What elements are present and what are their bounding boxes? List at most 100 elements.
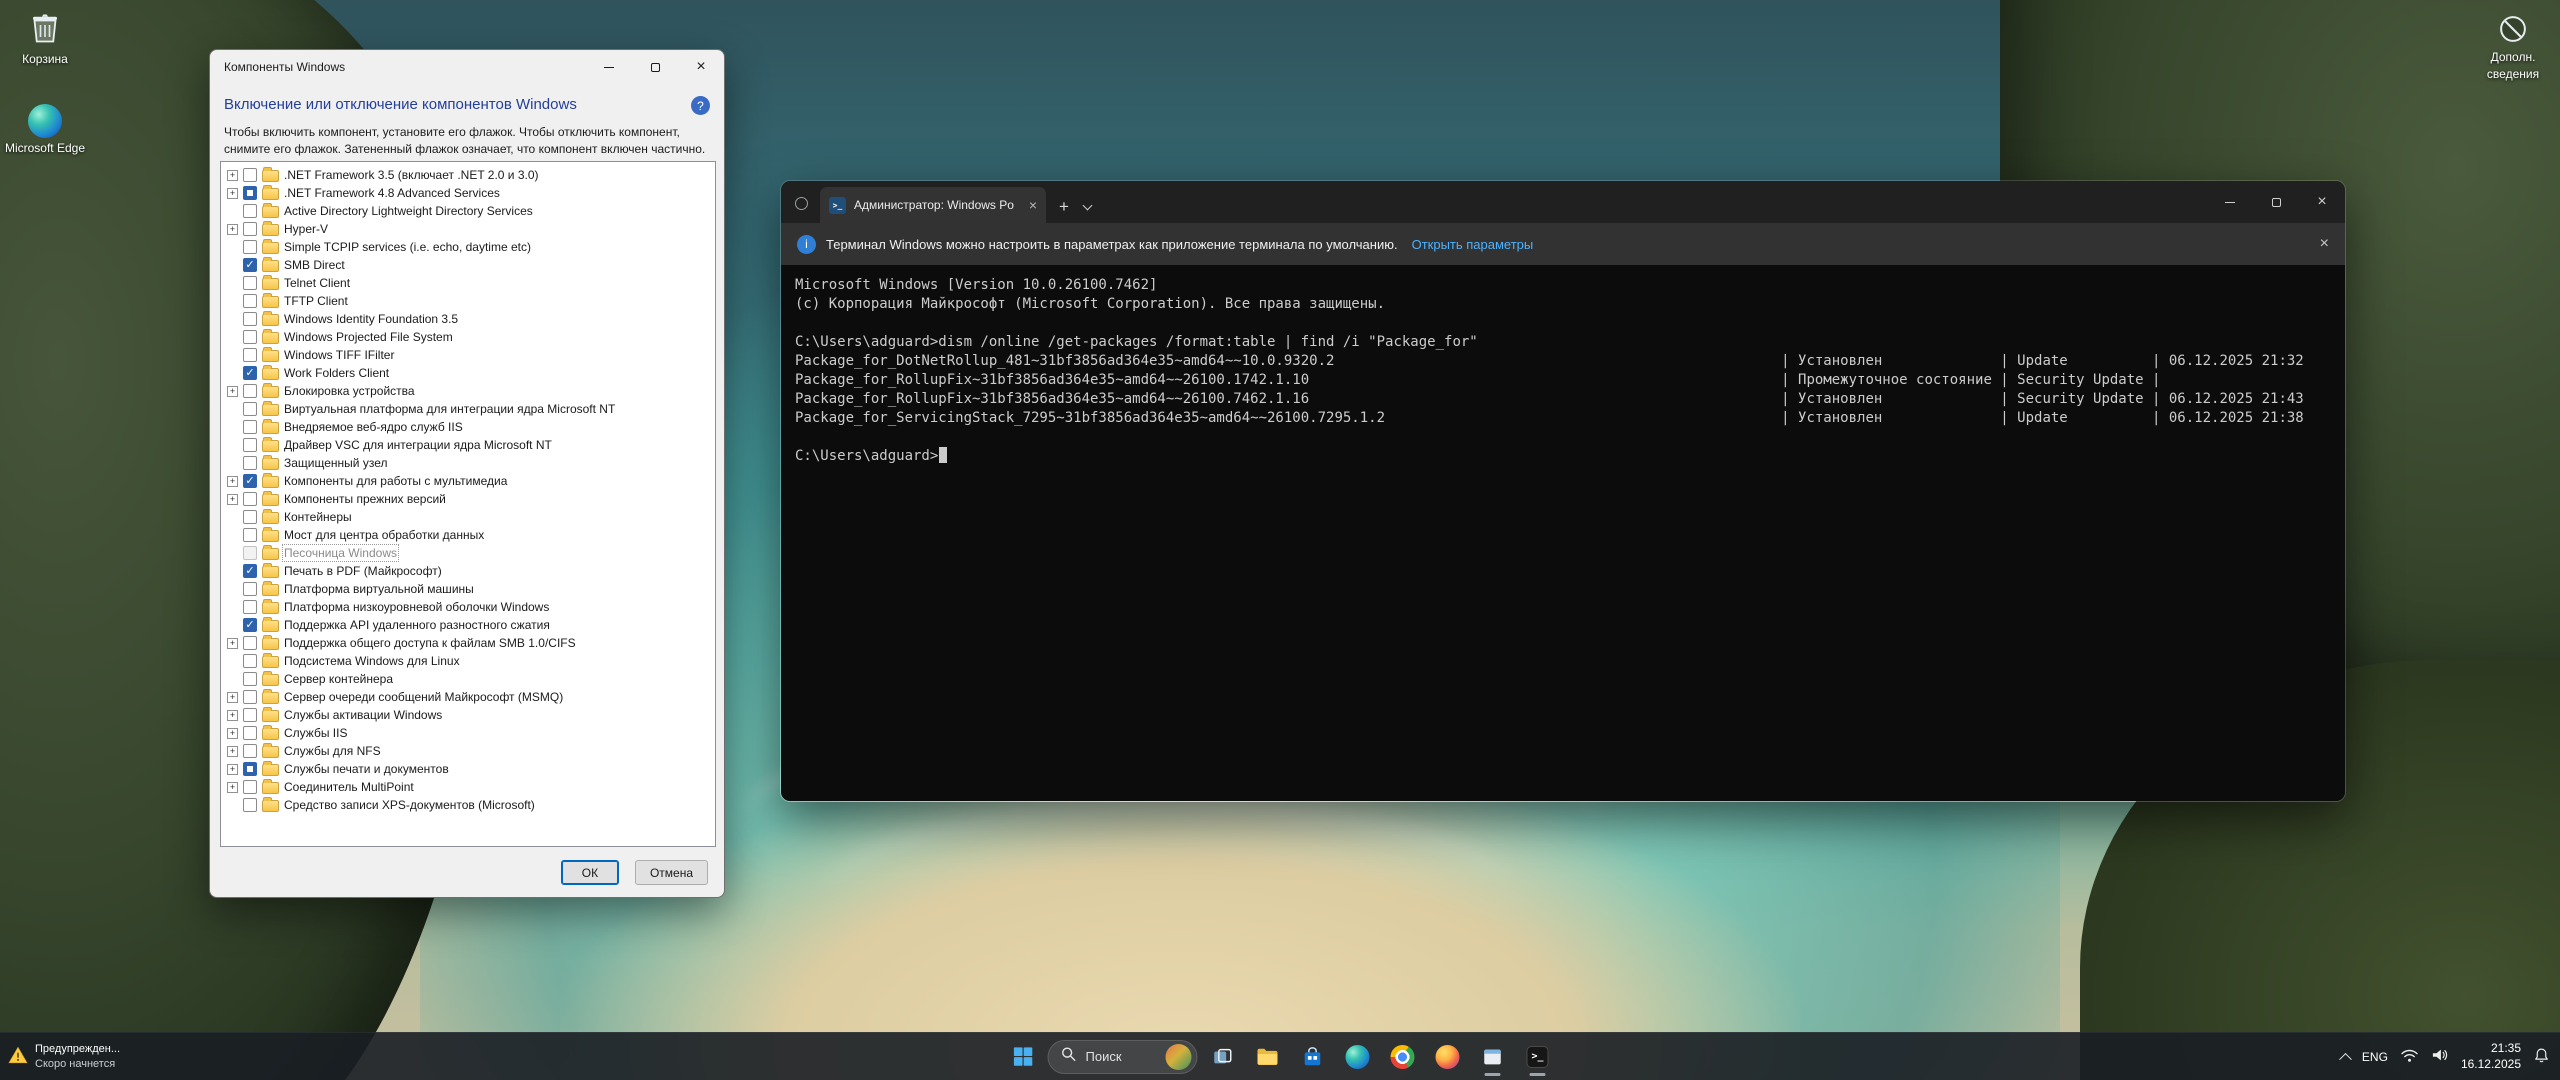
desktop-icon-edge[interactable]: Microsoft Edge <box>0 104 90 155</box>
feature-checkbox[interactable] <box>243 690 257 704</box>
feature-checkbox[interactable] <box>243 762 257 776</box>
feature-item[interactable]: Windows Projected File System <box>221 328 715 346</box>
feature-checkbox[interactable] <box>243 780 257 794</box>
feature-item[interactable]: Мост для центра обработки данных <box>221 526 715 544</box>
feature-checkbox[interactable] <box>243 240 257 254</box>
feature-item[interactable]: Windows TIFF IFilter <box>221 346 715 364</box>
open-settings-link[interactable]: Открыть параметры <box>1412 237 1534 252</box>
feature-item[interactable]: + ✓ Компоненты для работы с мультимедиа <box>221 472 715 490</box>
feature-item[interactable]: + Службы IIS <box>221 724 715 742</box>
file-explorer-icon[interactable] <box>1248 1037 1288 1077</box>
feature-item[interactable]: + .NET Framework 4.8 Advanced Services <box>221 184 715 202</box>
expand-icon[interactable]: + <box>227 781 238 793</box>
tab-close-icon[interactable]: × <box>1029 198 1037 212</box>
feature-item[interactable]: Подсистема Windows для Linux <box>221 652 715 670</box>
feature-item[interactable]: Платформа низкоуровневой оболочки Window… <box>221 598 715 616</box>
terminal-minimize-button[interactable] <box>2207 181 2253 223</box>
expand-icon[interactable]: + <box>227 187 238 199</box>
feature-checkbox[interactable] <box>243 708 257 722</box>
feature-checkbox[interactable] <box>243 276 257 290</box>
terminal-tab[interactable]: >_ Администратор: Windows Po × <box>820 187 1046 223</box>
expand-icon[interactable]: + <box>227 169 238 181</box>
feature-item[interactable]: + Hyper-V <box>221 220 715 238</box>
feature-checkbox[interactable] <box>243 726 257 740</box>
feature-checkbox[interactable] <box>243 384 257 398</box>
feature-checkbox[interactable] <box>243 186 257 200</box>
feature-item[interactable]: Средство записи XPS-документов (Microsof… <box>221 796 715 814</box>
minimize-button[interactable] <box>586 50 632 84</box>
feature-item[interactable]: + Службы для NFS <box>221 742 715 760</box>
feature-checkbox[interactable]: ✓ <box>243 258 257 272</box>
feature-checkbox[interactable]: ✓ <box>243 366 257 380</box>
feature-item[interactable]: + Службы активации Windows <box>221 706 715 724</box>
feature-checkbox[interactable] <box>243 420 257 434</box>
clock[interactable]: 21:35 16.12.2025 <box>2461 1041 2521 1072</box>
feature-checkbox[interactable] <box>243 744 257 758</box>
terminal-close-button[interactable]: × <box>2299 181 2345 223</box>
desktop-icon-recycle-bin[interactable]: Корзина <box>0 10 90 66</box>
feature-checkbox[interactable]: ✓ <box>243 618 257 632</box>
feature-item[interactable]: Simple TCPIP services (i.e. echo, daytim… <box>221 238 715 256</box>
feature-checkbox[interactable] <box>243 294 257 308</box>
feature-checkbox[interactable] <box>243 168 257 182</box>
expand-icon[interactable]: + <box>227 637 238 649</box>
expand-icon[interactable]: + <box>227 385 238 397</box>
expand-icon[interactable]: + <box>227 475 238 487</box>
feature-checkbox[interactable] <box>243 438 257 452</box>
feature-item[interactable]: Песочница Windows <box>221 544 715 562</box>
language-indicator[interactable]: ENG <box>2362 1050 2388 1064</box>
feature-item[interactable]: ✓ Work Folders Client <box>221 364 715 382</box>
terminal-maximize-button[interactable] <box>2253 181 2299 223</box>
feature-item[interactable]: ✓ Печать в PDF (Майкрософт) <box>221 562 715 580</box>
expand-icon[interactable]: + <box>227 223 238 235</box>
chrome-icon[interactable] <box>1383 1037 1423 1077</box>
search-daily-image[interactable] <box>1165 1043 1192 1070</box>
feature-checkbox[interactable] <box>243 312 257 326</box>
feature-item[interactable]: Драйвер VSC для интеграции ядра Microsof… <box>221 436 715 454</box>
task-view-icon[interactable] <box>1203 1037 1243 1077</box>
feature-item[interactable]: + Блокировка устройства <box>221 382 715 400</box>
maximize-button[interactable] <box>632 50 678 84</box>
feature-item[interactable]: + Соединитель MultiPoint <box>221 778 715 796</box>
network-icon[interactable] <box>2400 1048 2419 1066</box>
control-panel-icon[interactable] <box>1473 1037 1513 1077</box>
feature-checkbox[interactable] <box>243 528 257 542</box>
feature-checkbox[interactable] <box>243 330 257 344</box>
expand-icon[interactable]: + <box>227 763 238 775</box>
terminal-body[interactable]: Microsoft Windows [Version 10.0.26100.74… <box>781 265 2345 801</box>
expand-icon[interactable]: + <box>227 745 238 757</box>
search-box[interactable]: Поиск <box>1047 1039 1198 1074</box>
feature-checkbox[interactable] <box>243 348 257 362</box>
start-button[interactable] <box>1003 1037 1043 1077</box>
expand-icon[interactable]: + <box>227 709 238 721</box>
firefox-icon[interactable] <box>1428 1037 1468 1077</box>
feature-checkbox[interactable] <box>243 636 257 650</box>
feature-checkbox[interactable] <box>243 582 257 596</box>
feature-item[interactable]: Active Directory Lightweight Directory S… <box>221 202 715 220</box>
tray-chevron-up-icon[interactable] <box>2339 1052 2352 1066</box>
feature-checkbox[interactable]: ✓ <box>243 564 257 578</box>
feature-item[interactable]: + Сервер очереди сообщений Майкрософт (MS… <box>221 688 715 706</box>
feature-checkbox[interactable] <box>243 402 257 416</box>
feature-item[interactable]: Защищенный узел <box>221 454 715 472</box>
help-icon[interactable]: ? <box>691 96 710 115</box>
terminal-titlebar[interactable]: >_ Администратор: Windows Po × + × <box>781 181 2345 223</box>
notification-bell-icon[interactable] <box>2533 1047 2550 1067</box>
dialog-titlebar[interactable]: Компоненты Windows × <box>210 50 724 84</box>
volume-icon[interactable] <box>2431 1047 2449 1066</box>
tab-dropdown-icon[interactable] <box>1082 200 1093 211</box>
feature-item[interactable]: + Поддержка общего доступа к файлам SMB 1… <box>221 634 715 652</box>
taskbar-notification[interactable]: Предупрежден... Скоро начнется <box>8 1033 120 1080</box>
feature-item[interactable]: Контейнеры <box>221 508 715 526</box>
feature-item[interactable]: ✓ SMB Direct <box>221 256 715 274</box>
feature-item[interactable]: Внедряемое веб-ядро служб IIS <box>221 418 715 436</box>
feature-item[interactable]: Платформа виртуальной машины <box>221 580 715 598</box>
feature-checkbox[interactable] <box>243 456 257 470</box>
feature-item[interactable]: + .NET Framework 3.5 (включает .NET 2.0 и… <box>221 166 715 184</box>
feature-checkbox[interactable]: ✓ <box>243 474 257 488</box>
feature-checkbox[interactable] <box>243 654 257 668</box>
features-list[interactable]: + .NET Framework 3.5 (включает .NET 2.0 и… <box>220 161 716 847</box>
feature-checkbox[interactable] <box>243 222 257 236</box>
feature-item[interactable]: ✓ Поддержка API удаленного разностного сж… <box>221 616 715 634</box>
feature-item[interactable]: Сервер контейнера <box>221 670 715 688</box>
